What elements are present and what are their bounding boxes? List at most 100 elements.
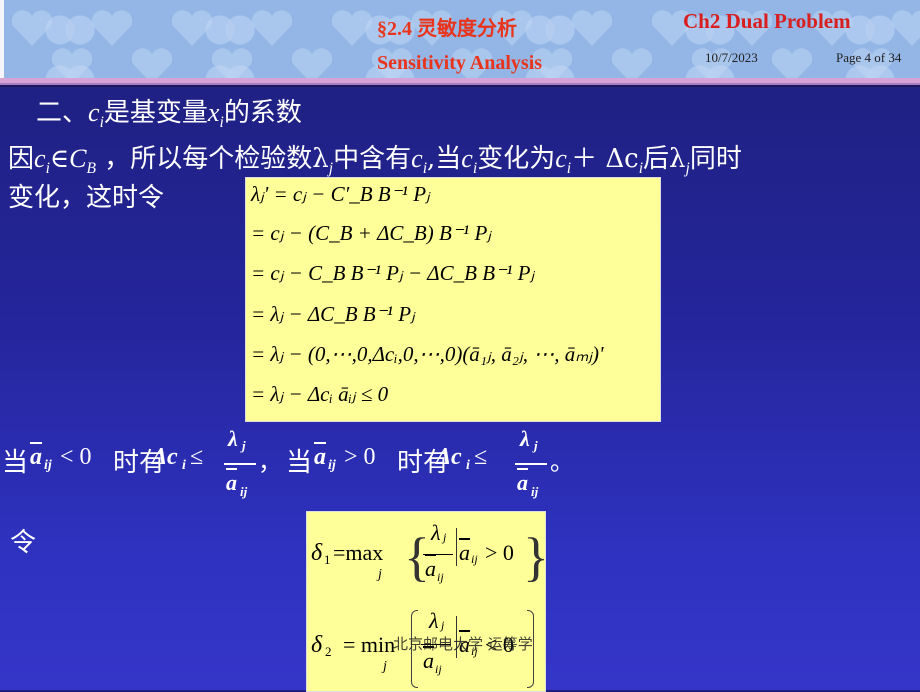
lambda: λ: [431, 520, 441, 545]
var-c: c: [461, 144, 473, 173]
var-a-bar: a: [425, 556, 436, 581]
lambda: λ: [228, 426, 238, 451]
heart-icon: [771, 48, 813, 80]
var-x: x: [207, 98, 220, 127]
var-a-bar: a: [30, 444, 42, 470]
right-brace: }: [523, 527, 549, 587]
heading-suffix: 的系数: [223, 98, 302, 128]
heading-prefix: 二、: [36, 98, 89, 128]
delta-symbol: δ: [311, 632, 323, 658]
lambda: λ: [429, 608, 439, 633]
sub-2: 2: [325, 644, 332, 659]
element-of: ∈: [49, 144, 70, 174]
text: 后λ: [643, 144, 686, 174]
delta-c: Δc: [436, 444, 462, 470]
le-sign: ≤: [190, 444, 204, 470]
text: 当: [286, 448, 313, 478]
section-title-en: Sensitivity Analysis: [377, 52, 543, 74]
header-divider: [0, 85, 920, 87]
sub-B: B: [86, 160, 97, 178]
heart-icon: [571, 10, 613, 46]
sub-j: j: [383, 659, 387, 674]
gt-zero: > 0: [485, 540, 514, 565]
sub-j: j: [534, 438, 538, 453]
var-c: c: [555, 144, 567, 173]
sub-j: j: [441, 618, 445, 632]
sub-ij: ij: [437, 570, 444, 584]
derivation-box: λⱼ' = cⱼ − C′_B B⁻¹ Pⱼ = cⱼ − (C_B + ΔC_…: [245, 177, 661, 422]
equation-line: = λⱼ − ΔC_B B⁻¹ Pⱼ: [251, 302, 415, 326]
var-C: C: [69, 144, 87, 173]
equation-line: = cⱼ − (C_B + ΔC_B) B⁻¹ Pⱼ: [251, 221, 491, 245]
heart-icon: [891, 10, 920, 46]
delta-box: δ 1 =max j { λ j a ij a ij > 0 } δ 2 = m…: [306, 511, 549, 692]
sub-ij: ij: [471, 552, 478, 566]
lt-zero: < 0: [60, 444, 92, 470]
heart-icon: [611, 48, 653, 80]
equation-line: = cⱼ − C_B B⁻¹ Pⱼ − ΔC_B B⁻¹ Pⱼ: [251, 261, 535, 285]
var-c: c: [88, 98, 100, 127]
var-a-bar: a: [226, 470, 237, 495]
fraction-bar: [423, 554, 453, 555]
text: 变化为: [477, 144, 556, 174]
var-c: c: [34, 144, 46, 173]
let-text: 令: [10, 528, 37, 558]
paragraph-2: 变化，这时令: [8, 183, 165, 213]
heart-icon: [11, 10, 53, 46]
footer-text: 北京邮电大学 运筹学: [393, 635, 533, 653]
var-a-bar: a: [459, 540, 470, 565]
period: 。: [550, 450, 574, 476]
text: ，所以每个检验数λ: [96, 144, 329, 174]
sub-1: 1: [324, 552, 331, 567]
fraction-bar: [224, 463, 256, 465]
comma: ，: [258, 450, 282, 476]
heart-icon: [251, 10, 293, 46]
heart-icon: [51, 48, 93, 80]
gt-zero: > 0: [344, 444, 376, 470]
var-c: c: [411, 144, 423, 173]
paragraph-1: 因ci∈CB ，所以每个检验数λj中含有ci,当ci变化为ci＋ Δci后λj同…: [8, 138, 742, 178]
sub-j: j: [443, 530, 447, 544]
fraction-bar: [515, 463, 547, 465]
heart-icon: [291, 48, 333, 80]
var-a-bar: a: [517, 470, 528, 495]
equation-line: = λⱼ − (0,⋯,0,Δcᵢ,0,⋯,0)(ā₁ⱼ, ā₂ⱼ, ⋯, āₘ…: [251, 342, 604, 366]
max-operator: =max: [333, 540, 384, 565]
heart-icon: [211, 48, 253, 80]
sub-j: j: [378, 567, 382, 582]
slide-date: 10/7/2023: [705, 50, 758, 65]
page-number: Page 4 of 34: [836, 50, 902, 65]
var-a-bar: a: [314, 444, 326, 470]
heading-mid: 是基变量: [103, 98, 208, 128]
sub-ij: ij: [531, 484, 539, 499]
heart-icon: [331, 10, 373, 46]
section-title-cn: §2.4 灵敏度分析: [377, 18, 517, 40]
section-heading: 二、ci是基变量xi的系数: [36, 92, 302, 132]
header-edge: [0, 0, 4, 80]
heart-icon: [171, 10, 213, 46]
le-sign: ≤: [474, 444, 488, 470]
chapter-title: Ch2 Dual Problem: [683, 9, 851, 33]
text: 因: [8, 144, 35, 174]
delta-c: Δc: [152, 444, 178, 470]
sub-ij: ij: [240, 484, 248, 499]
condition-line: 当 a ij < 0 时有 Δc i ≤ λ j a ij ， 当 a ij >…: [2, 426, 602, 506]
sub-i: i: [182, 458, 186, 473]
heart-icon: [131, 48, 173, 80]
sub-ij: ij: [44, 458, 52, 473]
text: ＋ Δc: [571, 144, 639, 174]
slide-header: §2.4 灵敏度分析 Sensitivity Analysis Ch2 Dual…: [0, 0, 920, 80]
heart-icon: [91, 10, 133, 46]
text: 当: [2, 448, 29, 478]
delta-symbol: δ: [311, 540, 323, 566]
text: 同时: [689, 144, 742, 174]
text: ,当: [427, 144, 462, 174]
sub-ij: ij: [328, 458, 336, 473]
equation-line: λⱼ' = cⱼ − C′_B B⁻¹ Pⱼ: [251, 182, 430, 206]
sub-j: j: [242, 438, 246, 453]
such-that-bar: [456, 528, 457, 566]
lambda: λ: [520, 426, 530, 451]
sub-ij: ij: [435, 662, 442, 676]
text: 中含有: [333, 144, 412, 174]
min-operator: = min: [343, 632, 396, 657]
